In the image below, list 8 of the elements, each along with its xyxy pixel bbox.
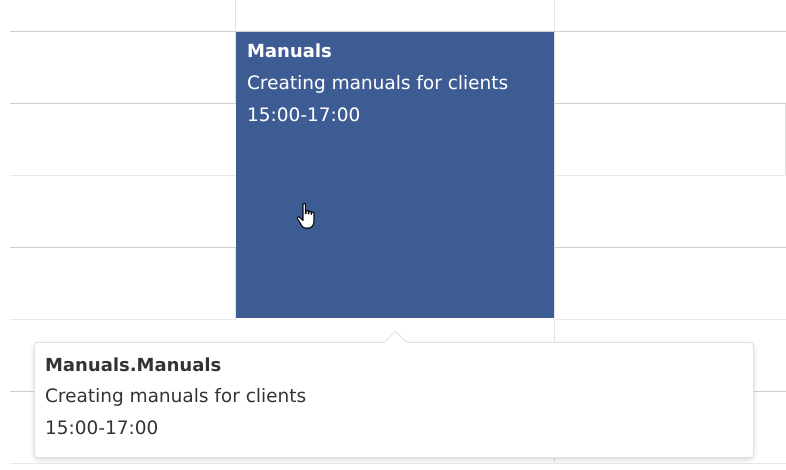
tooltip-description: Creating manuals for clients — [45, 385, 308, 409]
event-description: Creating manuals for clients — [247, 72, 510, 96]
calendar-slot[interactable] — [10, 0, 236, 32]
calendar-event[interactable]: Manuals Creating manuals for clients 15:00-17:00 — [236, 32, 555, 318]
tooltip-time: 15:00-17:00 — [45, 417, 160, 441]
tooltip-title: Manuals.Manuals — [45, 354, 222, 378]
event-title: Manuals — [247, 40, 333, 64]
event-time: 15:00-17:00 — [247, 104, 362, 128]
